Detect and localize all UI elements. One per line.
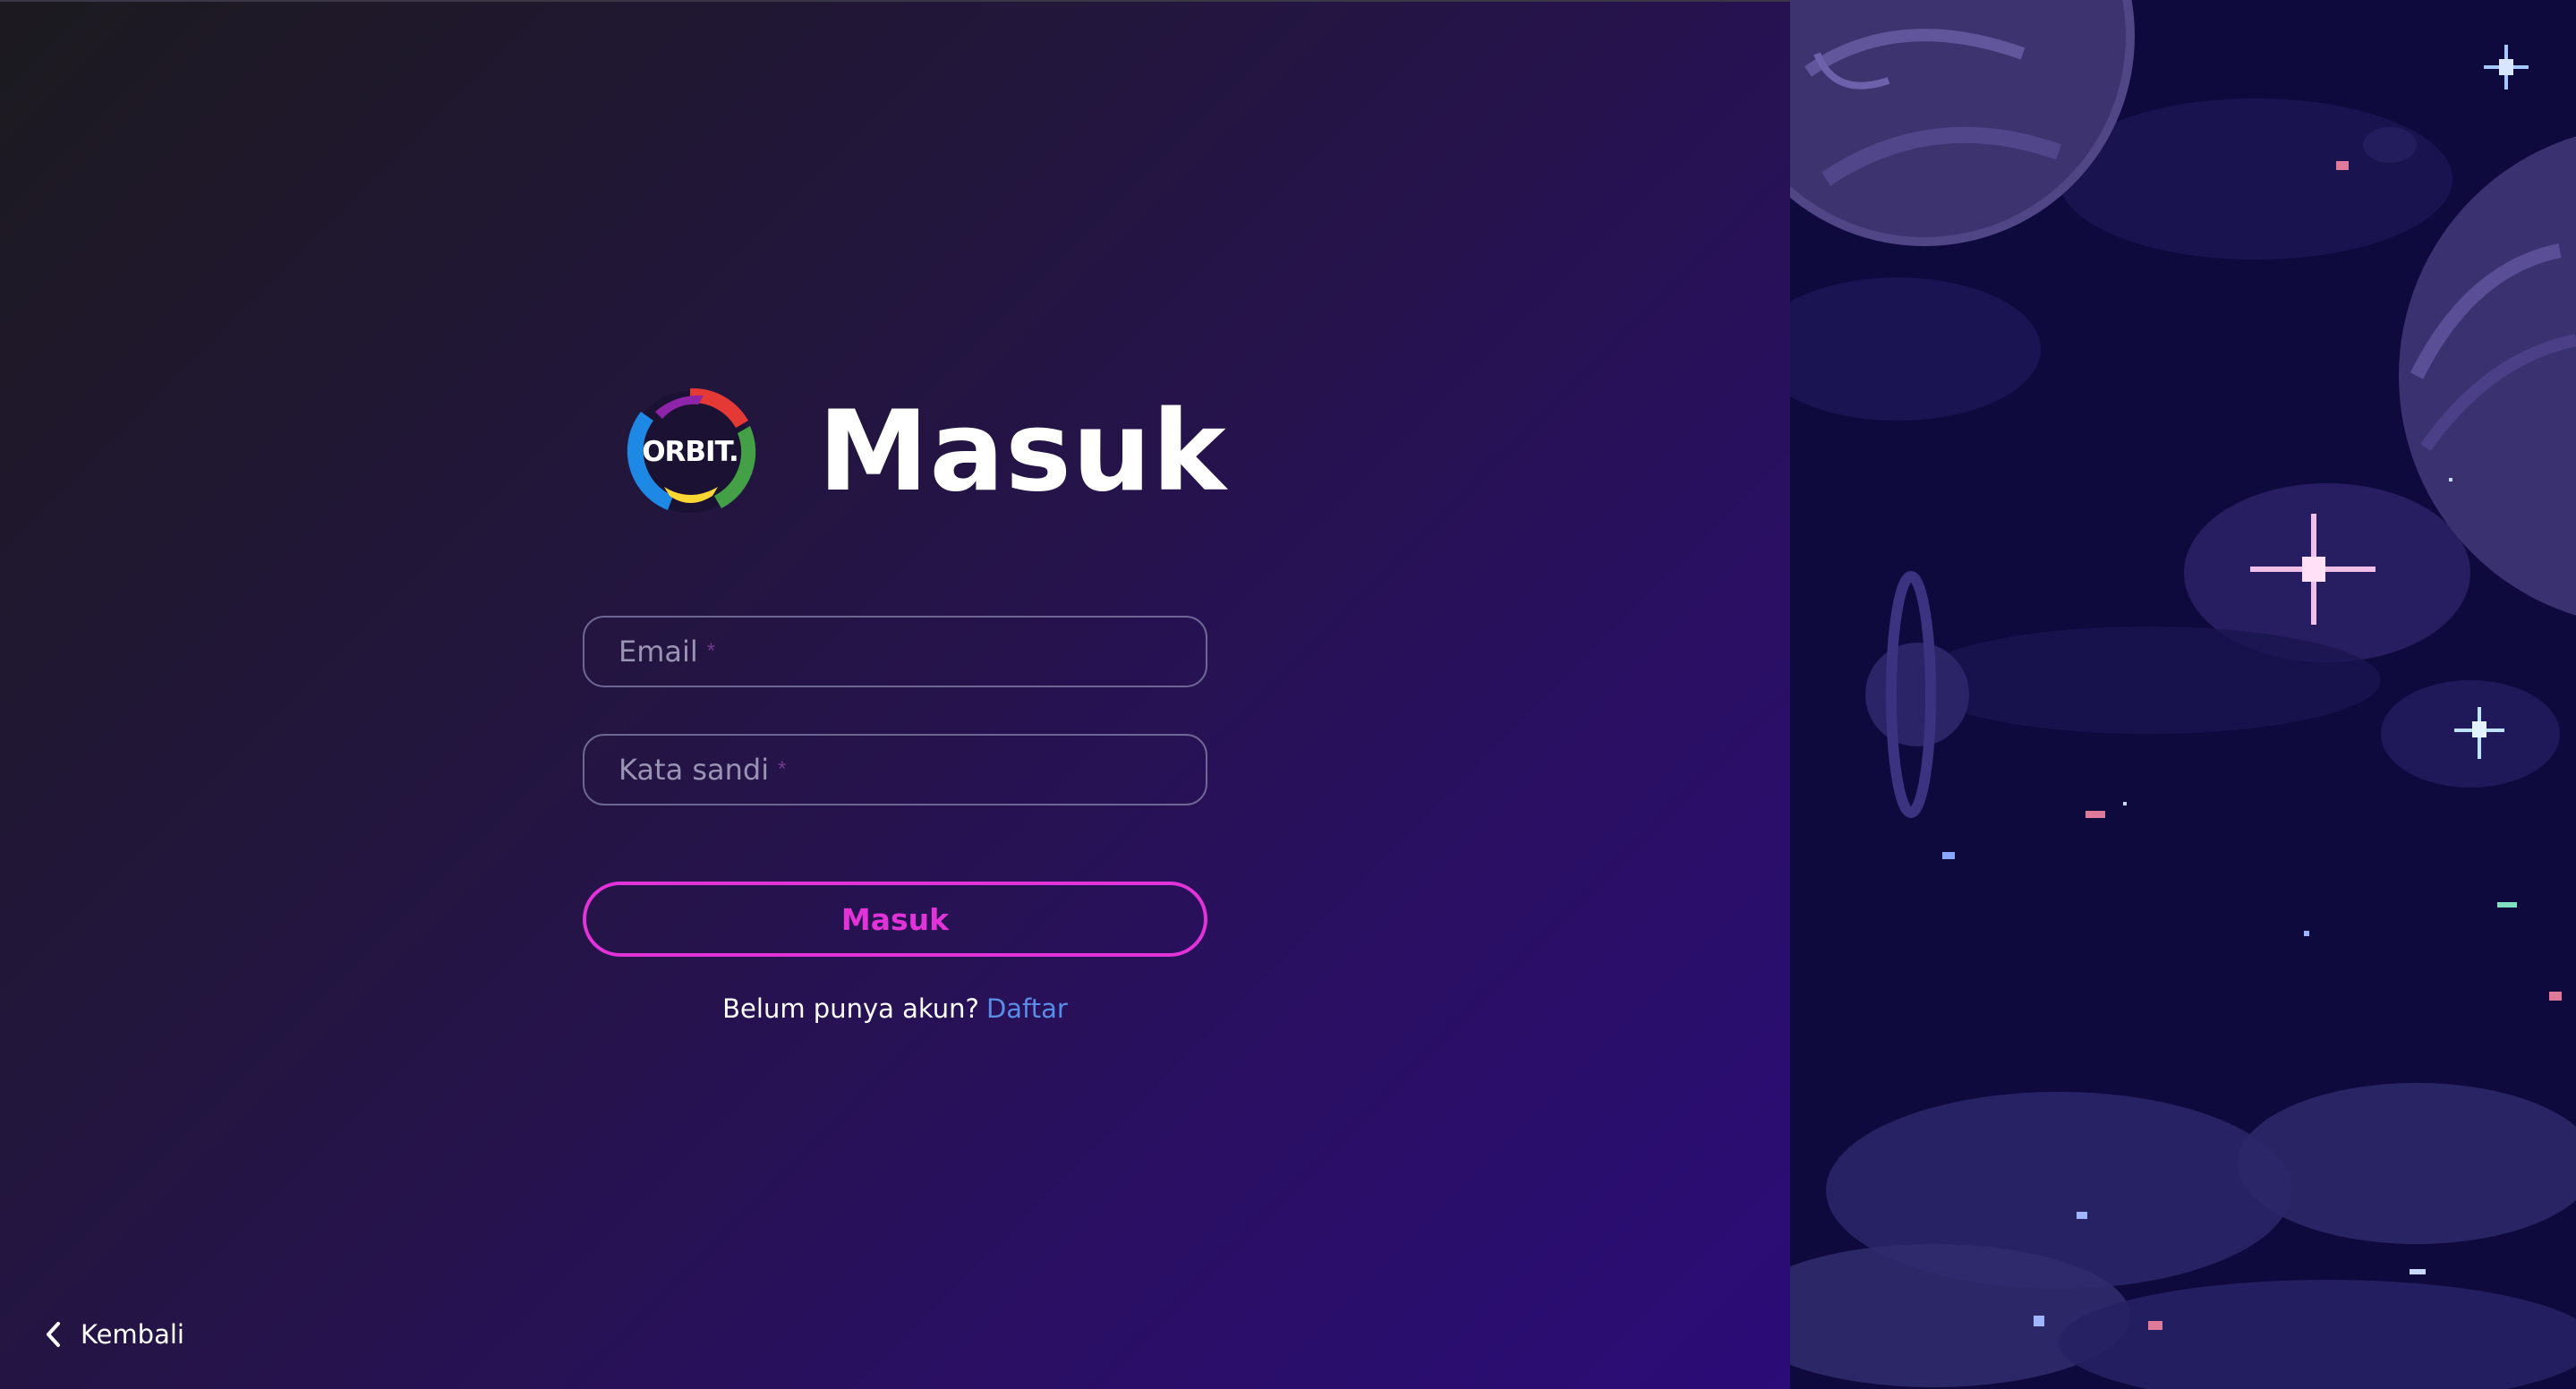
back-link[interactable]: Kembali <box>43 1319 184 1350</box>
email-required-mark: * <box>706 639 716 663</box>
page-title: Masuk <box>818 388 1227 516</box>
login-page: ORBIT. Masuk Email * Kata sandi * Masuk … <box>0 0 2576 1389</box>
chevron-left-icon <box>47 1322 60 1347</box>
logo-text: ORBIT. <box>642 436 739 468</box>
login-button[interactable]: Masuk <box>583 882 1207 957</box>
back-label: Kembali <box>81 1319 184 1350</box>
brand-header: ORBIT. Masuk <box>614 376 1227 528</box>
email-field[interactable]: Email * <box>583 616 1207 687</box>
pixel-space-illustration <box>1790 0 2576 1389</box>
space-illustration <box>1790 0 2576 1389</box>
signup-row: Belum punya akun? Daftar <box>583 993 1207 1024</box>
password-field[interactable]: Kata sandi * <box>583 734 1207 805</box>
password-required-mark: * <box>778 757 787 781</box>
password-label: Kata sandi <box>618 753 770 787</box>
orbit-logo: ORBIT. <box>614 376 766 528</box>
signup-prompt: Belum punya akun? <box>722 993 979 1024</box>
login-panel: ORBIT. Masuk Email * Kata sandi * Masuk … <box>0 0 1790 1389</box>
signup-link[interactable]: Daftar <box>986 993 1068 1024</box>
email-label: Email <box>618 635 698 669</box>
